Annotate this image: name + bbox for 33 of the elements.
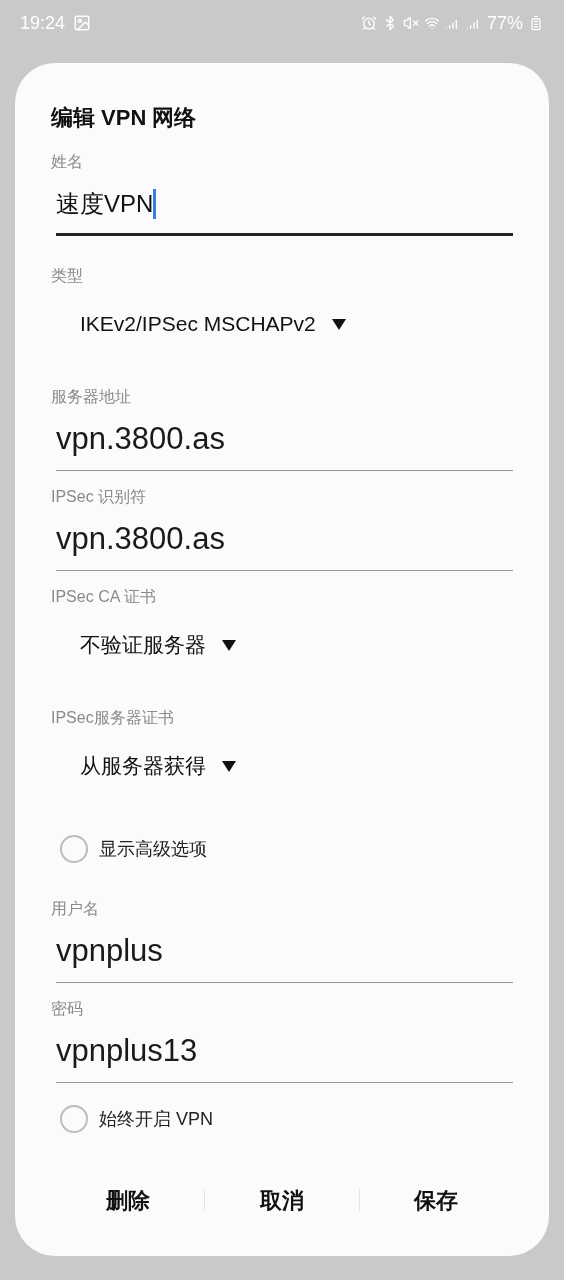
field-label: IPSec服务器证书 <box>51 708 174 728</box>
input-field[interactable]: vpnplus13 <box>56 1021 513 1083</box>
mute-icon <box>402 15 419 31</box>
checkbox-label: 始终开启 VPN <box>99 1107 213 1131</box>
field-label: IPSec CA 证书 <box>51 587 156 607</box>
dialog-button[interactable]: 取消 <box>252 1183 312 1217</box>
dialog-title: 编辑 VPN 网络 <box>51 104 197 132</box>
input-field[interactable]: vpnplus <box>56 921 513 983</box>
field-label: 用户名 <box>51 899 99 919</box>
input-field[interactable]: vpn.3800.as <box>56 409 513 471</box>
field-label: 密码 <box>51 999 83 1019</box>
dropdown[interactable]: 从服务器获得 <box>80 750 236 782</box>
dialog-button[interactable]: 保存 <box>406 1183 467 1217</box>
field-label: 服务器地址 <box>51 387 131 407</box>
text-cursor <box>153 188 157 219</box>
picture-notification-icon <box>73 14 92 32</box>
checkbox[interactable] <box>60 1105 88 1133</box>
battery-icon <box>528 15 544 31</box>
dropdown[interactable]: IKEv2/IPSec MSCHAPv2 <box>80 308 346 340</box>
alarm-icon <box>360 15 377 31</box>
dropdown-caret-icon <box>331 318 346 330</box>
field-label: IPSec 识别符 <box>51 487 147 507</box>
wifi-icon <box>423 15 440 31</box>
checkbox[interactable] <box>60 835 88 863</box>
dropdown-caret-icon <box>222 639 236 651</box>
input-field[interactable]: vpn.3800.as <box>56 509 513 571</box>
checkbox-label: 显示高级选项 <box>99 837 207 861</box>
dialog-button[interactable]: 删除 <box>97 1183 158 1217</box>
field-label: 姓名 <box>51 152 83 172</box>
input-field[interactable]: 速度VPN <box>56 174 513 236</box>
field-label: 类型 <box>51 266 83 286</box>
dropdown[interactable]: 不验证服务器 <box>80 629 236 661</box>
dropdown-caret-icon <box>222 760 236 772</box>
